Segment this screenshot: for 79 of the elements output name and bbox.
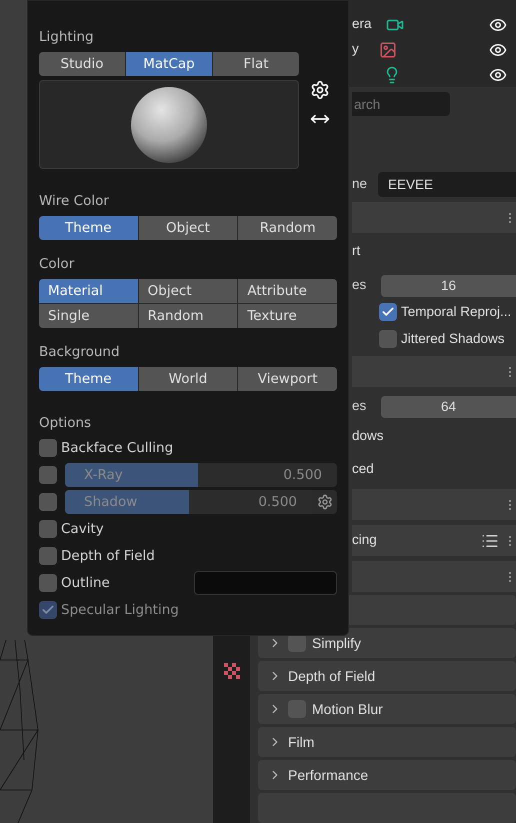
property-label: Temporal Reproj... <box>401 302 512 321</box>
segment-tab[interactable]: Flat <box>213 52 299 76</box>
checkbox[interactable] <box>39 439 57 457</box>
checkbox[interactable] <box>288 700 306 718</box>
check-icon <box>41 603 55 617</box>
sphere-icon <box>130 86 208 164</box>
segment-tab[interactable]: Material <box>39 279 138 303</box>
panel-header[interactable]: Depth of Field <box>258 661 516 691</box>
segment-tab[interactable]: Texture <box>238 304 337 328</box>
property-label: dows <box>352 426 384 445</box>
drag-handle-icon[interactable] <box>509 212 512 222</box>
segment-tab[interactable]: Attribute <box>238 279 337 303</box>
checkbox[interactable] <box>39 520 57 538</box>
checkbox[interactable] <box>39 493 57 511</box>
property-label: es <box>352 276 368 294</box>
option-label: Depth of Field <box>61 546 155 566</box>
option-label: Cavity <box>61 520 104 539</box>
drag-handle-icon[interactable] <box>509 572 512 582</box>
segment-tab[interactable]: Viewport <box>238 367 337 391</box>
panel-header[interactable]: Performance <box>258 760 516 790</box>
panel-title: Simplify <box>312 634 362 653</box>
property-label: ne <box>352 174 368 193</box>
checkbox[interactable] <box>39 574 57 592</box>
property-label: es <box>352 397 368 416</box>
drag-handle-icon[interactable] <box>509 366 512 376</box>
slider-value: 0.500 <box>283 466 322 485</box>
panel-title: Depth of Field <box>288 666 376 686</box>
segment-tab[interactable]: Random <box>238 216 337 240</box>
option-label: Backface Culling <box>61 438 174 458</box>
property-label: ced <box>352 460 374 478</box>
image-icon <box>378 40 397 58</box>
segment-tab[interactable]: Single <box>39 304 138 328</box>
segment-tab[interactable]: MatCap <box>126 52 212 76</box>
segment-tab[interactable]: Theme <box>39 367 138 391</box>
panel-title: Film <box>288 732 314 752</box>
slider-field[interactable]: X-Ray 0.500 <box>65 463 337 487</box>
settings-icon <box>316 494 332 510</box>
number-field[interactable]: 16 <box>381 274 516 296</box>
slider-label: X-Ray <box>84 466 123 485</box>
checker-icon[interactable] <box>224 663 240 679</box>
segment-tab[interactable]: Object <box>138 279 238 303</box>
slider-label: Shadow <box>84 492 138 512</box>
drag-handle-icon[interactable] <box>509 536 512 546</box>
checkbox[interactable] <box>39 466 57 484</box>
segment-tab[interactable]: Theme <box>39 216 138 240</box>
render-engine-dropdown[interactable]: EEVEE <box>378 172 516 196</box>
section-label: Color <box>39 255 76 273</box>
panel-header[interactable]: Motion Blur <box>258 694 516 724</box>
section-label: Lighting <box>39 28 95 46</box>
checkbox[interactable] <box>379 330 397 348</box>
segment-tab[interactable]: Random <box>138 304 238 328</box>
segment-tab[interactable]: World <box>138 367 238 391</box>
outliner-item-label[interactable]: y <box>352 39 359 60</box>
checkbox[interactable] <box>39 547 57 565</box>
section-label: Background <box>39 343 121 361</box>
search-field[interactable]: arch <box>352 92 450 116</box>
option-label: Outline <box>61 574 111 593</box>
property-label: rt <box>352 242 360 260</box>
checkbox[interactable] <box>379 303 397 321</box>
check-icon <box>381 305 395 319</box>
panel-title: Motion Blur <box>312 700 383 718</box>
drag-handle-icon[interactable] <box>509 500 512 510</box>
color-swatch[interactable] <box>194 571 337 595</box>
panel-title: Performance <box>288 766 368 784</box>
section-label: Options <box>39 414 92 432</box>
option-label: Specular Lighting <box>61 600 179 620</box>
settings-icon[interactable] <box>310 80 330 100</box>
slider-value: 0.500 <box>258 492 297 512</box>
panel-title: cing <box>352 531 377 550</box>
matcap-preview[interactable] <box>39 80 299 169</box>
panel-header[interactable]: Simplify <box>258 628 516 658</box>
property-label: Jittered Shadows <box>401 330 505 348</box>
segment-tab[interactable]: Object <box>138 216 238 240</box>
segment-tab[interactable]: Studio <box>39 52 125 76</box>
section-label: Wire Color <box>39 192 110 210</box>
panel-header[interactable]: cing <box>352 525 516 556</box>
number-field[interactable]: 64 <box>381 396 516 418</box>
outliner-item-label[interactable]: era <box>352 14 372 35</box>
panel-header[interactable]: Film <box>258 727 516 757</box>
